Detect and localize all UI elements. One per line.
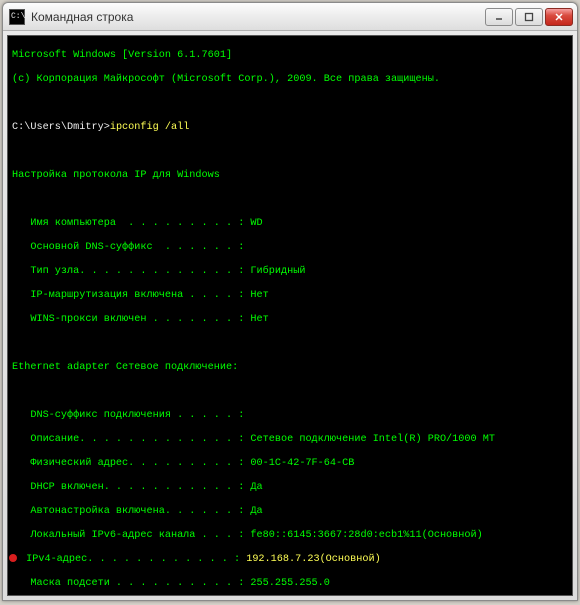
- line: [12, 146, 568, 158]
- titlebar[interactable]: C:\ Командная строка: [3, 3, 577, 31]
- highlight-dot-icon: [9, 554, 17, 562]
- maximize-button[interactable]: [515, 8, 543, 26]
- line: Имя компьютера . . . . . . . . . : WD: [12, 218, 568, 230]
- line: Маска подсети . . . . . . . . . . : 255.…: [12, 578, 568, 590]
- line: WINS-прокси включен . . . . . . . : Нет: [12, 314, 568, 326]
- window-controls: [485, 8, 573, 26]
- close-button[interactable]: [545, 8, 573, 26]
- line: Локальный IPv6-адрес канала . . . : fe80…: [12, 530, 568, 542]
- ipv4-line: IPv4-адрес. . . . . . . . . . . . : 192.…: [12, 554, 568, 566]
- minimize-button[interactable]: [485, 8, 513, 26]
- cmd-icon: C:\: [9, 9, 25, 25]
- line: Основной DNS-суффикс . . . . . . :: [12, 242, 568, 254]
- line: Microsoft Windows [Version 6.1.7601]: [12, 50, 568, 62]
- line: DNS-суффикс подключения . . . . . :: [12, 410, 568, 422]
- section-header: Ethernet adapter Сетевое подключение:: [12, 362, 568, 374]
- line: Настройка протокола IP для Windows: [12, 170, 568, 182]
- line: [12, 194, 568, 206]
- line: [12, 338, 568, 350]
- line: [12, 386, 568, 398]
- line: Физический адрес. . . . . . . . . : 00-1…: [12, 458, 568, 470]
- prompt-line: C:\Users\Dmitry>ipconfig /all: [12, 122, 568, 134]
- line: IP-маршрутизация включена . . . . : Нет: [12, 290, 568, 302]
- cmd-window: C:\ Командная строка Microsoft Windows […: [2, 2, 578, 601]
- line: Описание. . . . . . . . . . . . . : Сете…: [12, 434, 568, 446]
- line: (c) Корпорация Майкрософт (Microsoft Cor…: [12, 74, 568, 86]
- line: [12, 98, 568, 110]
- line: Тип узла. . . . . . . . . . . . . : Гибр…: [12, 266, 568, 278]
- line: Автонастройка включена. . . . . . : Да: [12, 506, 568, 518]
- line: DHCP включен. . . . . . . . . . . : Да: [12, 482, 568, 494]
- console-output[interactable]: Microsoft Windows [Version 6.1.7601] (c)…: [7, 35, 573, 596]
- window-title: Командная строка: [31, 10, 485, 24]
